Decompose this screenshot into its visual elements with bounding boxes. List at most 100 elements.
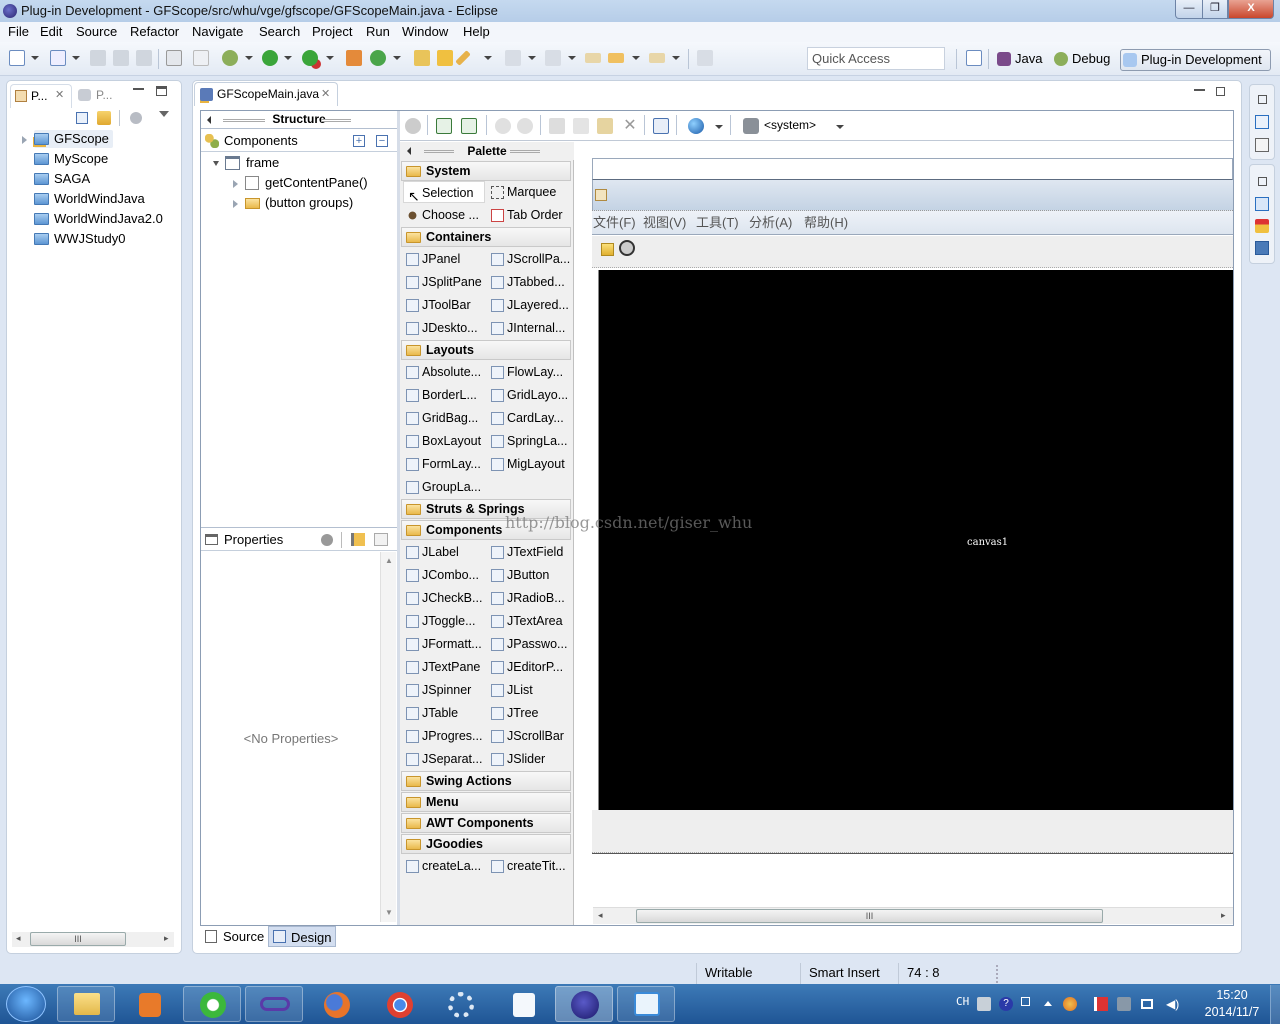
palette-item[interactable]: JPasswo...	[489, 633, 567, 655]
open-type-icon[interactable]	[414, 50, 430, 66]
back-dropdown[interactable]	[632, 56, 640, 60]
debug-dropdown[interactable]	[245, 56, 253, 60]
palette-item[interactable]: JTabbed...	[489, 271, 565, 293]
external-tools-icon[interactable]	[302, 50, 318, 66]
scroll-left-icon[interactable]: ◂	[16, 933, 21, 944]
scroll-down-icon[interactable]: ▼	[385, 908, 393, 917]
undo-icon[interactable]	[495, 118, 511, 134]
drag-handle[interactable]	[223, 119, 265, 122]
palette-item[interactable]: JToggle...	[404, 610, 476, 632]
taskbar-notes[interactable]	[617, 986, 675, 1022]
palette-item[interactable]: JCheckB...	[404, 587, 482, 609]
tree-node-button-groups[interactable]: (button groups)	[245, 194, 353, 212]
palette-item[interactable]: JPanel	[404, 248, 460, 270]
properties-toggle-icon[interactable]	[653, 118, 669, 134]
collapse-palette-icon[interactable]	[407, 147, 411, 155]
redo-icon[interactable]	[517, 118, 533, 134]
palette-item-selection[interactable]: ↖ Selection	[403, 181, 485, 204]
palette-item[interactable]: JLayered...	[489, 294, 569, 316]
pin-editor-icon[interactable]	[697, 50, 713, 66]
scroll-right-icon[interactable]: ▸	[164, 933, 169, 944]
palette-item[interactable]: JScrollPa...	[489, 248, 570, 270]
palette-item[interactable]: SpringLa...	[489, 430, 567, 452]
palette-category-jgoodies[interactable]: JGoodies	[401, 834, 571, 854]
save-icon[interactable]	[90, 50, 106, 66]
paste-icon[interactable]	[597, 118, 613, 134]
external-tools-dropdown[interactable]	[326, 56, 334, 60]
restore-editor-icon[interactable]	[1216, 87, 1225, 96]
back-icon[interactable]	[608, 53, 624, 63]
scroll-left-icon[interactable]: ◂	[598, 910, 603, 921]
palette-item-marquee[interactable]: Marquee	[489, 181, 556, 203]
show-hidden-icons[interactable]	[1044, 1001, 1052, 1006]
taskbar-visual-studio[interactable]	[245, 986, 303, 1022]
project-myscope[interactable]: MyScope	[34, 150, 108, 168]
tree-node-frame[interactable]: frame	[225, 154, 279, 172]
new-class-dropdown[interactable]	[393, 56, 401, 60]
palette-item[interactable]: JScrollBar	[489, 725, 564, 747]
frame-titlebar[interactable]	[592, 180, 1233, 210]
problems-icon[interactable]	[1255, 219, 1269, 233]
action-center-icon[interactable]	[1094, 997, 1108, 1011]
next-annotation-icon[interactable]	[505, 50, 521, 66]
tab-design[interactable]: Design	[268, 926, 336, 947]
taskbar-chrome[interactable]	[370, 986, 428, 1022]
scroll-right-icon[interactable]: ▸	[1221, 910, 1226, 921]
palette-item[interactable]: JToolBar	[404, 294, 471, 316]
palette-item[interactable]: JTextArea	[489, 610, 563, 632]
cut-icon[interactable]	[549, 118, 565, 134]
properties-scrollbar[interactable]: ▲ ▼	[380, 552, 396, 922]
scrollbar-thumb[interactable]: III	[636, 909, 1103, 923]
palette-item[interactable]: CardLay...	[489, 407, 564, 429]
taskbar-ie-browser[interactable]	[183, 986, 241, 1022]
expand-icon[interactable]	[233, 200, 238, 208]
delete-icon[interactable]: ✕	[622, 118, 638, 134]
palette-item[interactable]: GroupLa...	[404, 476, 481, 498]
focus-task-icon[interactable]	[130, 112, 142, 124]
taskbar-app-store[interactable]	[494, 986, 552, 1022]
help-icon[interactable]: ?	[999, 997, 1013, 1011]
magnifier-icon[interactable]	[619, 240, 635, 256]
keyboard-icon[interactable]	[977, 997, 991, 1011]
print-icon[interactable]	[136, 50, 152, 66]
show-advanced-icon[interactable]	[351, 533, 365, 546]
palette-item[interactable]: JFormatt...	[404, 633, 482, 655]
menu-help[interactable]: Help	[463, 24, 490, 39]
locale-dropdown[interactable]	[715, 125, 723, 129]
palette-item[interactable]: GridBag...	[404, 407, 478, 429]
restore-icon[interactable]	[1258, 177, 1267, 186]
menu-search[interactable]: Search	[259, 24, 300, 39]
menu-edit[interactable]: Edit	[40, 24, 62, 39]
menu-navigate[interactable]: Navigate	[192, 24, 243, 39]
palette-item[interactable]: JSlider	[489, 748, 545, 770]
show-desktop-button[interactable]	[1270, 985, 1280, 1024]
new-java-package-icon[interactable]	[346, 50, 362, 66]
prev-annotation-dropdown[interactable]	[568, 56, 576, 60]
frame-menu-help[interactable]: 帮助(H)	[804, 211, 848, 235]
run-dropdown[interactable]	[284, 56, 292, 60]
palette-item[interactable]: BorderL...	[404, 384, 477, 406]
start-button[interactable]	[6, 986, 46, 1022]
project-wwjstudy0[interactable]: WWJStudy0	[34, 230, 126, 248]
scrollbar-thumb[interactable]: III	[30, 932, 126, 946]
ime-icon[interactable]	[1021, 997, 1030, 1006]
new-dropdown[interactable]	[31, 56, 39, 60]
palette-item[interactable]: JSpinner	[404, 679, 471, 701]
tab-plugins[interactable]: P...	[76, 84, 126, 108]
palette-item[interactable]: JList	[489, 679, 533, 701]
next-annotation-dropdown[interactable]	[528, 56, 536, 60]
console-icon[interactable]	[1255, 241, 1269, 255]
project-gfscope[interactable]: GFScope	[34, 130, 113, 148]
project-worldwindjava[interactable]: WorldWindJava	[34, 190, 145, 208]
menu-run[interactable]: Run	[366, 24, 390, 39]
open-perspective-icon[interactable]	[966, 50, 982, 66]
menu-refactor[interactable]: Refactor	[130, 24, 179, 39]
canvas1-component[interactable]	[598, 270, 1233, 810]
drag-handle[interactable]	[321, 119, 351, 122]
close-icon[interactable]: ✕	[55, 88, 64, 101]
perspective-debug[interactable]: Debug	[1052, 49, 1114, 71]
scroll-up-icon[interactable]: ▲	[385, 556, 393, 565]
palette-item[interactable]: JInternal...	[489, 317, 565, 339]
palette-item[interactable]: JSeparat...	[404, 748, 482, 770]
taskbar-settings[interactable]	[431, 986, 489, 1022]
